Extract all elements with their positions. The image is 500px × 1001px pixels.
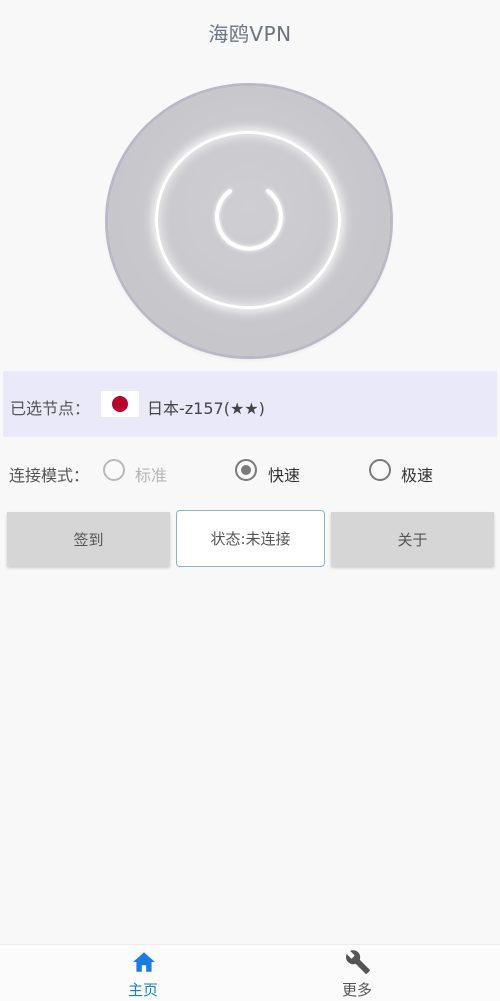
bottom-nav: 主页 更多 [0, 944, 500, 1001]
node-label: 已选节点： [10, 399, 91, 418]
nav-more-label: 更多 [341, 981, 372, 999]
mode-extreme-label: 极速 [401, 466, 434, 485]
selected-node-bar[interactable]: 已选节点： 日本-z157(★★) [3, 371, 497, 437]
home-icon [133, 952, 155, 972]
nav-more[interactable]: 更多 [297, 945, 417, 1001]
about-button[interactable]: 关于 [331, 512, 494, 566]
japan-flag-icon [101, 391, 139, 417]
checkin-button[interactable]: 签到 [7, 512, 170, 566]
node-name: 日本-z157(★★) [147, 399, 265, 418]
power-icon [215, 175, 283, 251]
power-button[interactable] [108, 86, 390, 356]
wrench-icon [346, 950, 370, 974]
mode-extreme-radio[interactable] [369, 459, 391, 481]
app-title: 海鸥VPN [208, 22, 292, 46]
nav-home-label: 主页 [127, 981, 158, 999]
connection-mode-label: 连接模式： [9, 466, 90, 485]
mode-fast-label: 快速 [268, 466, 301, 485]
mode-standard-radio[interactable] [103, 459, 125, 481]
status-button[interactable]: 状态:未连接 [176, 510, 325, 567]
nav-home[interactable]: 主页 [83, 945, 203, 1001]
mode-standard-label: 标准 [135, 466, 168, 485]
mode-fast-radio[interactable] [235, 459, 257, 481]
